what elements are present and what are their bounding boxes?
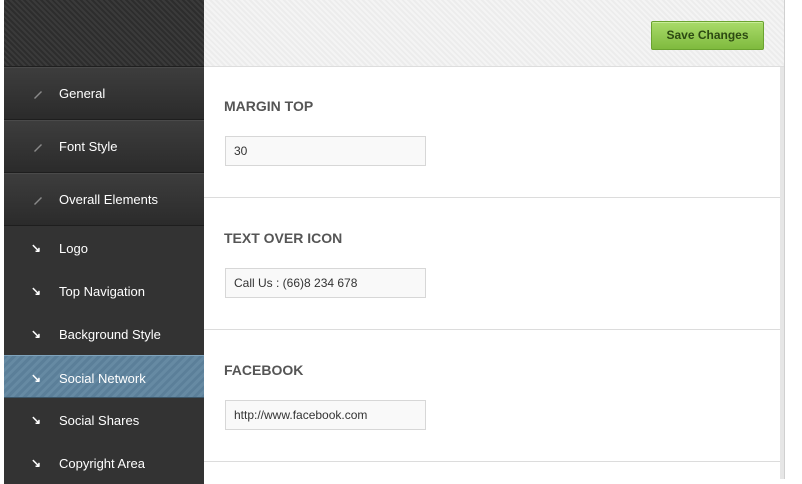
sidebar-item-label: Copyright Area: [59, 456, 145, 471]
sidebar-item-label: Background Style: [59, 327, 161, 342]
top-toolbar: Save Changes: [204, 0, 784, 67]
sidebar-item-social-network[interactable]: ↘ Social Network: [4, 355, 204, 398]
sidebar-item-label: General: [59, 86, 106, 101]
setting-title: FACEBOOK: [224, 362, 304, 378]
pencil-icon: [34, 144, 42, 152]
pencil-icon: [34, 91, 42, 99]
sidebar-item-logo[interactable]: ↘ Logo: [4, 226, 204, 269]
arrow-down-right-icon: ↘: [31, 241, 42, 255]
sidebar-item-label: Social Network: [59, 371, 146, 386]
settings-content: MARGIN TOP TEXT OVER ICON FACEBOOK: [204, 67, 780, 479]
sidebar-item-background-style[interactable]: ↘ Background Style: [4, 312, 204, 355]
arrow-down-right-icon: ↘: [31, 327, 42, 341]
divider: [784, 0, 785, 479]
sidebar-item-label: Social Shares: [59, 413, 140, 428]
setting-panel-text-over-icon: TEXT OVER ICON: [204, 199, 780, 330]
save-changes-button[interactable]: Save Changes: [651, 21, 764, 50]
sidebar-item-font-style[interactable]: Font Style: [4, 120, 204, 173]
setting-title: TEXT OVER ICON: [224, 230, 343, 246]
pencil-icon: [34, 197, 42, 205]
arrow-down-right-icon: ↘: [31, 284, 42, 298]
arrow-down-right-icon: ↘: [31, 456, 42, 470]
sidebar-item-social-shares[interactable]: ↘ Social Shares: [4, 398, 204, 441]
margin-top-input[interactable]: [225, 136, 426, 166]
sidebar-item-label: Top Navigation: [59, 284, 145, 299]
text-over-icon-input[interactable]: [225, 268, 426, 298]
arrow-down-right-icon: ↘: [31, 413, 42, 427]
facebook-url-input[interactable]: [225, 400, 426, 430]
sidebar-item-general[interactable]: General: [4, 67, 204, 120]
sidebar-item-label: Logo: [59, 241, 88, 256]
arrow-down-right-icon: ↘: [31, 371, 42, 385]
sidebar-item-top-navigation[interactable]: ↘ Top Navigation: [4, 269, 204, 312]
sidebar-header: [4, 0, 204, 67]
setting-panel-facebook: FACEBOOK: [204, 331, 780, 462]
sidebar: General Font Style Overall Elements ↘ Lo…: [4, 0, 204, 484]
setting-title: MARGIN TOP: [224, 98, 314, 114]
sidebar-item-label: Font Style: [59, 139, 118, 154]
sidebar-item-label: Overall Elements: [59, 192, 158, 207]
setting-panel-margin-top: MARGIN TOP: [204, 67, 780, 198]
sidebar-item-overall-elements[interactable]: Overall Elements: [4, 173, 204, 226]
sidebar-item-copyright-area[interactable]: ↘ Copyright Area: [4, 441, 204, 484]
